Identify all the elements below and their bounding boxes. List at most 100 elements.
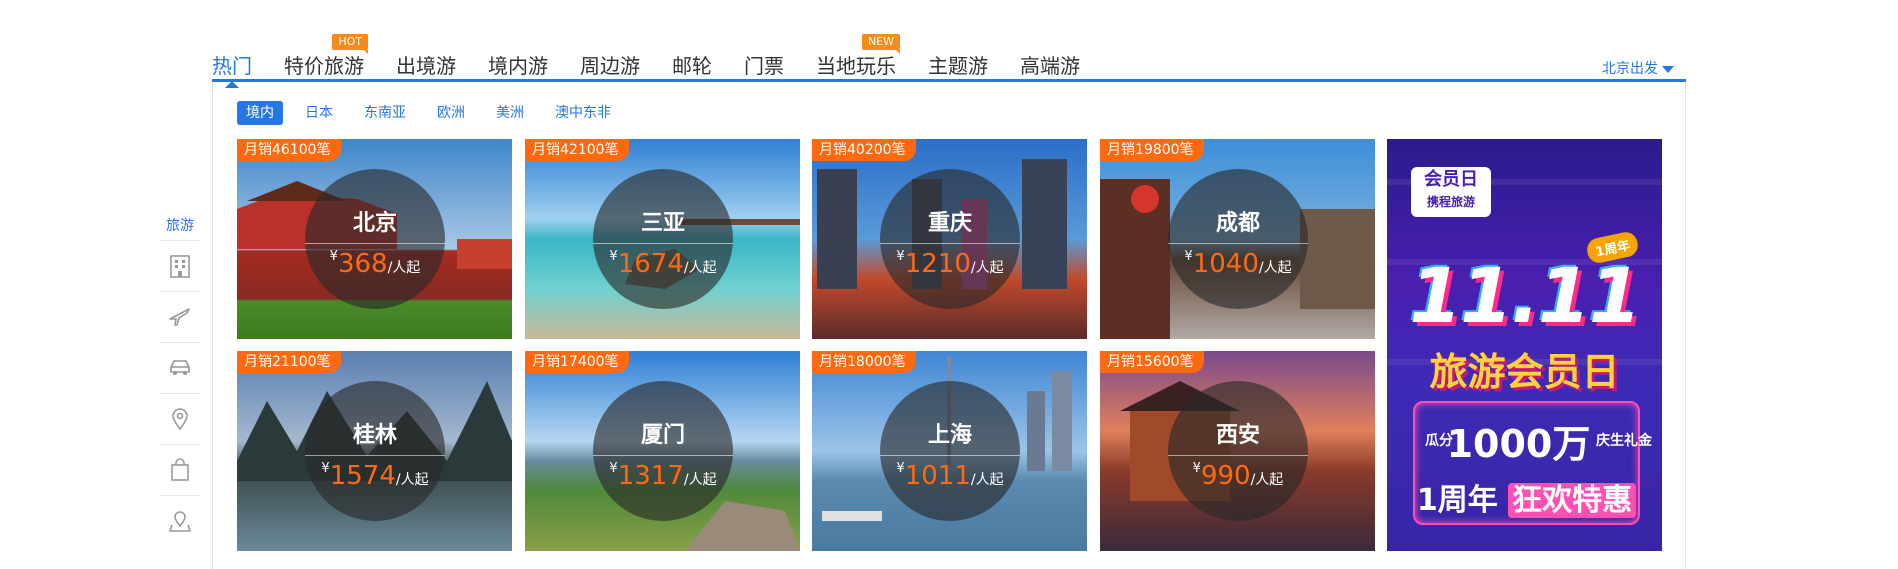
side-nav-flight[interactable] [160,291,200,342]
price-line: ¥1574/人起 [305,461,445,491]
destination-card-beijing[interactable]: 月销46100笔 北京 ¥368/人起 [237,139,512,339]
region-subtabs: 境内 日本 东南亚 欧洲 美洲 澳中东非 [237,101,633,125]
price-line: ¥1210/人起 [880,249,1020,279]
map-pin-icon [168,511,192,532]
price-value: 1674 [617,249,684,279]
destination-name: 成都 [1215,211,1260,236]
tab-cruise[interactable]: 邮轮 [672,52,712,80]
side-nav-travel[interactable]: 旅游 [160,212,200,240]
promo-anniversary: 1周年 [1416,483,1498,518]
destination-overlay: 桂林 ¥1574/人起 [305,381,445,521]
tab-special-deals[interactable]: 特价旅游 HOT [284,34,368,80]
tab-theme[interactable]: 主题游 [928,52,988,80]
price-unit: /人起 [970,260,1004,276]
tab-luxury[interactable]: 高端游 [1020,52,1080,80]
price-unit: /人起 [970,472,1004,488]
subtab-japan[interactable]: 日本 [296,101,342,125]
destination-card-chongqing[interactable]: 月销40200笔 重庆 ¥1210/人起 [812,139,1087,339]
promo-offer-line: 瓜分 1000万 庆生礼金 [1415,413,1652,468]
tab-nearby[interactable]: 周边游 [580,52,640,80]
logo-line: 会员日 [1424,169,1478,190]
subtab-southeast-asia[interactable]: 东南亚 [355,101,415,125]
price-unit: /人起 [1258,260,1292,276]
promo-offer-box: 瓜分 1000万 庆生礼金 1周年 狂欢特惠 [1413,401,1652,525]
destination-card-xian[interactable]: 月销15600笔 西安 ¥990/人起 [1100,351,1375,551]
tab-label: 境内游 [488,54,548,78]
price-unit: /人起 [683,472,717,488]
price-value: 1317 [617,461,684,491]
destination-name: 西安 [1215,423,1260,448]
divider [1168,243,1308,244]
new-tag: NEW [861,34,901,54]
destination-overlay: 重庆 ¥1210/人起 [880,169,1020,309]
departure-city-select[interactable]: 北京出发 [1602,58,1674,78]
divider [305,455,445,456]
tab-label: 特价旅游 [284,54,364,78]
price-unit: /人起 [1250,472,1284,488]
subtab-europe[interactable]: 欧洲 [428,101,474,125]
sales-badge: 月销19800笔 [1100,139,1204,161]
destination-card-guilin[interactable]: 月销21100笔 桂林 ¥1574/人起 [237,351,512,551]
destination-overlay: 西安 ¥990/人起 [1168,381,1308,521]
destination-name: 桂林 [352,423,397,448]
promo-date: 11.11 [1409,251,1641,340]
price-value: 1210 [904,249,971,279]
price-unit: /人起 [387,260,421,276]
sales-badge: 月销21100笔 [237,351,341,373]
price-value: 1574 [329,461,396,491]
side-nav-attractions[interactable] [160,393,200,444]
destination-card-xiamen[interactable]: 月销17400笔 厦门 ¥1317/人起 [525,351,800,551]
divider [305,243,445,244]
side-nav-hotel[interactable] [160,240,200,291]
departure-city-label: 北京出发 [1602,61,1658,77]
promo-carnival: 狂欢特惠 [1508,483,1637,518]
subtab-domestic[interactable]: 境内 [237,101,283,125]
promo-small-text: 庆生礼金 [1595,432,1652,449]
subtab-oceania-mideast-africa[interactable]: 澳中东非 [546,101,620,125]
tab-local-fun[interactable]: 当地玩乐 NEW [816,34,901,80]
logo-subline: 携程旅游 [1426,195,1475,209]
promo-amount: 1000万 [1446,422,1591,466]
destination-name: 北京 [352,211,397,236]
price-line: ¥990/人起 [1168,461,1308,491]
destination-overlay: 成都 ¥1040/人起 [1168,169,1308,309]
caret-down-icon [1662,65,1674,73]
destination-name: 重庆 [927,211,972,236]
sales-badge: 月销18000笔 [812,351,916,373]
member-day-promo-banner[interactable]: 会员日 携程旅游 1周年 11.11 旅游会员日 瓜分 1000万 庆生礼金 1… [1387,139,1662,551]
subtab-americas[interactable]: 美洲 [487,101,533,125]
side-nav-shopping[interactable] [160,444,200,495]
destination-card-chengdu[interactable]: 月销19800笔 成都 ¥1040/人起 [1100,139,1375,339]
destination-card-sanya[interactable]: 月销42100笔 三亚 ¥1674/人起 [525,139,800,339]
sales-badge: 月销17400笔 [525,351,629,373]
tab-domestic[interactable]: 境内游 [488,52,548,80]
currency-symbol: ¥ [896,461,905,476]
price-value: 1040 [1192,249,1259,279]
sales-badge: 月销15600笔 [1100,351,1204,373]
side-nav-map[interactable] [160,495,200,546]
tab-label: 当地玩乐 [816,54,896,78]
divider [1168,455,1308,456]
tab-label: 门票 [744,54,784,78]
divider [880,455,1020,456]
price-line: ¥1011/人起 [880,461,1020,491]
tab-hot[interactable]: 热门 [212,52,252,88]
tab-outbound[interactable]: 出境游 [396,52,456,80]
side-nav-car[interactable] [160,342,200,393]
category-tabs: 热门 特价旅游 HOT 出境游 境内游 周边游 邮轮 门票 当地玩乐 NEW 主题游… [212,34,1112,88]
sales-badge: 月销46100笔 [237,139,341,161]
tab-tickets[interactable]: 门票 [744,52,784,80]
member-day-logo: 会员日 携程旅游 [1411,167,1491,217]
destination-overlay: 上海 ¥1011/人起 [880,381,1020,521]
sales-badge: 月销40200笔 [812,139,916,161]
currency-symbol: ¥ [609,461,618,476]
destination-name: 厦门 [640,423,685,448]
destination-overlay: 北京 ¥368/人起 [305,169,445,309]
price-value: 368 [337,249,388,279]
destination-overlay: 三亚 ¥1674/人起 [593,169,733,309]
destination-card-shanghai[interactable]: 月销18000笔 上海 ¥1011/人起 [812,351,1087,551]
tab-label: 高端游 [1020,54,1080,78]
tab-label: 热门 [212,54,252,78]
side-nav: 旅游 [160,212,200,546]
price-unit: /人起 [395,472,429,488]
